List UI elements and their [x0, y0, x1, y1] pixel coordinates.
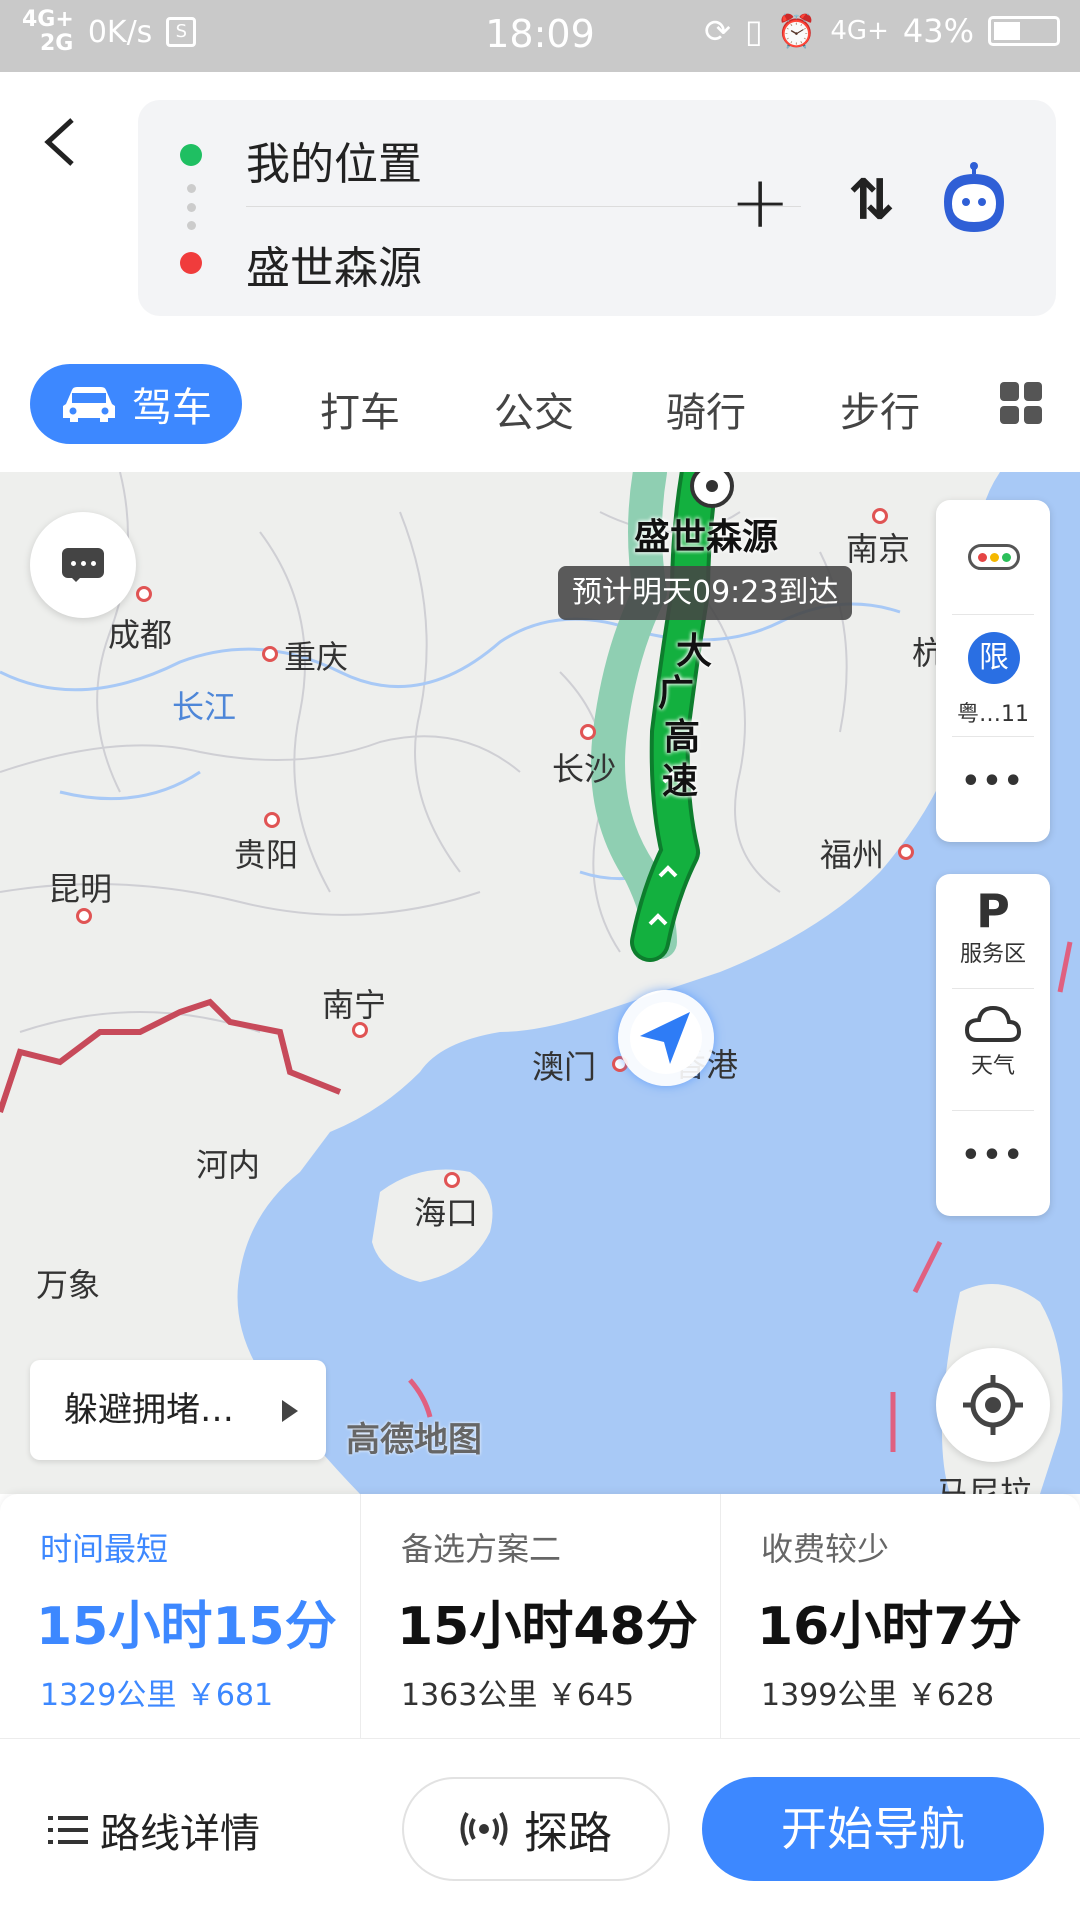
divider [246, 206, 801, 207]
start-navigation-button[interactable]: 开始导航 [702, 1777, 1044, 1881]
sync-icon: ⟳ [704, 12, 731, 50]
eta-tooltip: 预计明天09:23到达 [558, 566, 853, 620]
crosshair-icon [963, 1375, 1023, 1435]
route-option-3[interactable]: 收费较少 16小时7分 1399公里 ￥628 [720, 1494, 1080, 1738]
route-tag: 收费较少 [761, 1530, 890, 1568]
city-label: 南宁 [322, 986, 387, 1024]
list-icon [48, 1814, 88, 1846]
weather-button[interactable]: 天气 [936, 1004, 1050, 1080]
network-type: 4G+ [830, 16, 889, 46]
bottom-action-bar: 路线详情 探路 开始导航 [0, 1738, 1080, 1920]
map-view[interactable]: 南京 成都 重庆 长江 长沙 贵阳 福州 昆明 南宁 澳门 香港 河内 海口 万… [0, 472, 1080, 1494]
river-label: 长江 [172, 688, 237, 726]
city-label: 贵阳 [234, 836, 299, 874]
route-option-2[interactable]: 备选方案二 15小时48分 1363公里 ￥645 [360, 1494, 720, 1738]
probe-route-button[interactable]: 探路 [402, 1777, 670, 1881]
destination-field[interactable]: 盛世森源 [246, 232, 422, 296]
battery-percent: 43% [902, 12, 974, 50]
route-input-box: 我的位置 盛世森源 + ⇅ [138, 100, 1056, 316]
tab-drive[interactable]: 驾车 [30, 364, 242, 444]
city-label: 重庆 [284, 638, 349, 676]
destination-dot-icon [180, 252, 202, 274]
city-label: 福州 [820, 836, 885, 874]
city-marker [264, 812, 280, 828]
tab-cycling[interactable]: 骑行 [666, 380, 746, 438]
origin-field[interactable]: 我的位置 [246, 128, 422, 192]
travel-mode-tabs: 驾车 打车 公交 骑行 步行 [0, 360, 1080, 470]
route-duration: 15小时15分 [36, 1597, 337, 1657]
border-line [0, 998, 342, 1113]
route-details-button[interactable]: 路线详情 [48, 1801, 260, 1859]
city-label: 万象 [36, 1266, 101, 1304]
city-marker [76, 908, 92, 924]
city-marker [262, 646, 278, 662]
city-marker [136, 586, 152, 602]
city-label: 海口 [414, 1194, 479, 1232]
avoid-congestion-button[interactable]: 躲避拥堵… [30, 1360, 326, 1460]
city-marker [444, 1172, 460, 1188]
alarm-icon: ⏰ [776, 12, 817, 50]
radar-icon [460, 1812, 508, 1846]
locate-button[interactable] [936, 1348, 1050, 1462]
route-duration: 15小时48分 [397, 1597, 698, 1657]
parking-icon: P [976, 884, 1010, 938]
city-label: 澳门 [532, 1048, 597, 1086]
route-tag: 备选方案二 [401, 1530, 562, 1568]
city-label: 马尼拉 [936, 1474, 1033, 1494]
restriction-icon[interactable]: 限 [968, 632, 1020, 684]
vibrate-icon: ▯ [744, 12, 763, 50]
add-waypoint-button[interactable]: + [730, 166, 790, 238]
city-label: 河内 [196, 1146, 261, 1184]
service-area-button[interactable]: P 服务区 [936, 886, 1050, 968]
city-label: 长沙 [552, 750, 617, 788]
assistant-icon[interactable] [938, 160, 1010, 240]
car-icon [63, 387, 115, 422]
city-label: 南京 [846, 530, 911, 568]
map-watermark: 高德地图 [346, 1420, 482, 1460]
route-duration: 16小时7分 [757, 1597, 1022, 1657]
route-meta: 1399公里 ￥628 [761, 1678, 995, 1713]
route-tag: 时间最短 [40, 1530, 169, 1568]
back-button[interactable] [40, 112, 90, 182]
chat-icon [62, 548, 104, 582]
route-options: 时间最短 15小时15分 1329公里 ￥681 备选方案二 15小时48分 1… [0, 1494, 1080, 1738]
city-label: 昆明 [48, 870, 113, 908]
origin-dot-icon [180, 144, 202, 166]
current-location-arrow-icon [618, 990, 714, 1086]
more-services-button[interactable]: ••• [936, 1138, 1050, 1173]
destination-label: 盛世森源 [634, 517, 779, 558]
more-modes-grid-icon[interactable] [1000, 382, 1042, 424]
route-dots-icon [186, 184, 196, 230]
city-marker [898, 844, 914, 860]
message-button[interactable] [30, 512, 136, 618]
route-meta: 1363公里 ￥645 [401, 1678, 635, 1713]
route-option-1[interactable]: 时间最短 15小时15分 1329公里 ￥681 [0, 1494, 360, 1738]
battery-icon [988, 16, 1060, 46]
route-meta: 1329公里 ￥681 [40, 1678, 274, 1713]
map-tools-panel: 限 粤…11 ••• [936, 500, 1050, 842]
arrow-right-icon [282, 1400, 298, 1422]
tab-transit[interactable]: 公交 [494, 380, 574, 438]
tab-walking[interactable]: 步行 [840, 380, 920, 438]
plate-label: 粤…11 [957, 702, 1029, 727]
cloud-icon [964, 1005, 1022, 1042]
map-services-panel: P 服务区 天气 ••• [936, 874, 1050, 1216]
status-bar: 4G+ 2G 0K/s S 18:09 ⟳ ▯ ⏰ 4G+ 43% [0, 0, 1080, 72]
city-marker [580, 724, 596, 740]
city-label: 成都 [108, 616, 173, 654]
traffic-toggle-icon[interactable] [968, 544, 1020, 570]
swap-route-button[interactable]: ⇅ [848, 168, 895, 233]
city-marker [872, 508, 888, 524]
tab-taxi[interactable]: 打车 [320, 380, 400, 438]
road-name-char: 速 [662, 761, 699, 802]
more-tools-button[interactable]: ••• [936, 764, 1050, 799]
